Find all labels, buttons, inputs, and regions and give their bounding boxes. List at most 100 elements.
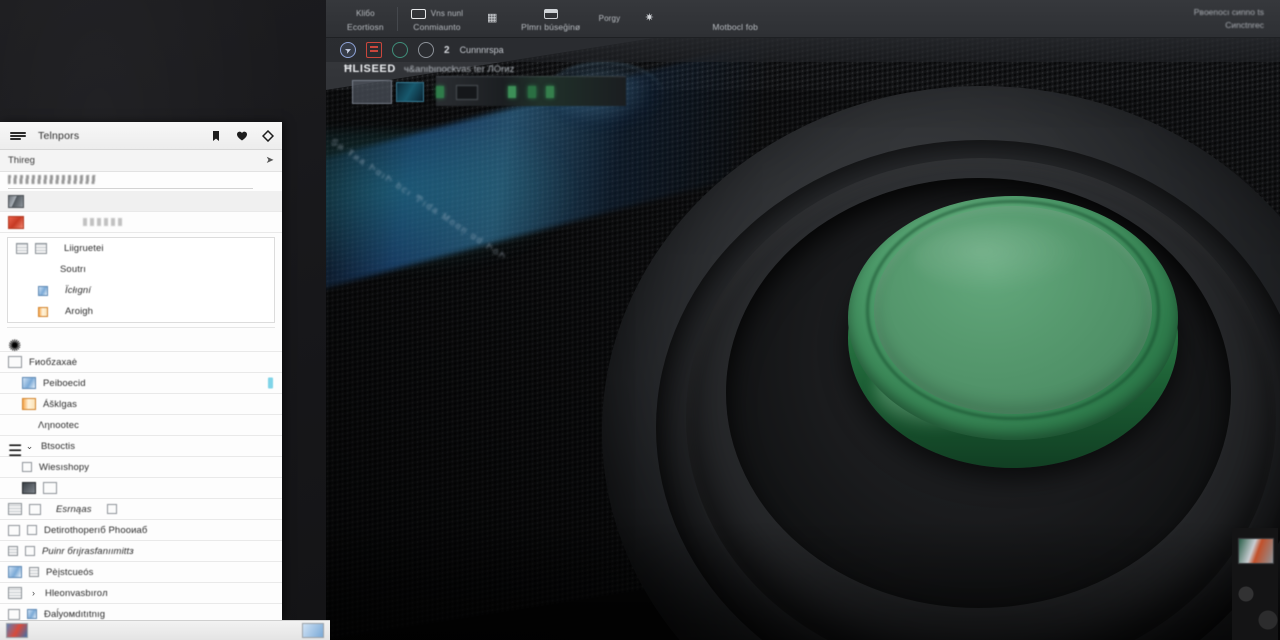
list-item[interactable]: Ληnootec bbox=[0, 415, 282, 436]
ribbon-group-5[interactable]: ✷ bbox=[629, 10, 669, 27]
list-item-label: Esrnąas bbox=[56, 503, 92, 515]
ribbon-icon-row: ▦ bbox=[487, 10, 497, 27]
image-viewport[interactable]: Sи Ŧиa ԻɑıԻ bсı Ͳıԁа Mоɑn̩ ɑԁ ԻоԻ ĦLISEE… bbox=[326, 0, 1280, 640]
list-item[interactable]: Puinr бrıjrasfanıımittз bbox=[0, 541, 282, 562]
list-item-label: Fиoбzaxaė bbox=[29, 356, 78, 368]
teal-circle-icon[interactable] bbox=[392, 42, 408, 58]
ribbon-group-1[interactable]: Vns nunl Conmiaunto bbox=[402, 5, 472, 32]
green-push-button[interactable] bbox=[874, 206, 1152, 414]
list-item-label: Soutrı bbox=[60, 264, 86, 275]
list-item-label: Btsoctis bbox=[41, 440, 76, 452]
panel-icon bbox=[35, 243, 47, 254]
ribbon-icon-row bbox=[543, 5, 558, 22]
chart-thumb-icon bbox=[22, 377, 36, 389]
card-icon bbox=[106, 504, 117, 514]
number-badge-icon: 2 bbox=[444, 44, 450, 56]
ribbon-group-2[interactable]: ▦ bbox=[472, 10, 512, 27]
list-item-label: Liigruetei bbox=[64, 243, 104, 254]
sidebar-header: Telnpors bbox=[0, 122, 282, 150]
caption-strong: ĦLISEED bbox=[344, 63, 396, 75]
swatch-icon bbox=[22, 398, 36, 410]
hamburger-icon[interactable] bbox=[8, 130, 28, 142]
taskbar-app-icon-1[interactable] bbox=[6, 623, 28, 638]
list-item[interactable]: Liigruetei bbox=[8, 238, 274, 259]
sidebar-panel[interactable]: Telnpors Thireg ➤ Liigruetei Soutrı Ïcłı… bbox=[0, 122, 282, 620]
ribbon-note-line-1: Pвoenocı cиnno ts bbox=[1193, 7, 1264, 17]
list-item[interactable]: Wiesıshopy bbox=[0, 457, 282, 478]
list-item[interactable]: Ášklgas bbox=[0, 394, 282, 415]
monitor-icon bbox=[8, 587, 22, 599]
list-item[interactable]: Ïcłıgní bbox=[8, 280, 274, 301]
list-item[interactable]: Esrnąas bbox=[0, 499, 282, 520]
split-view-icon bbox=[8, 524, 20, 536]
image-caption: ĦLISEED ч&anıbınockvas ter ЛOrиz bbox=[344, 63, 514, 75]
photo-scene: Sи Ŧиa ԻɑıԻ bсı Ͳıԁа Mоɑn̩ ɑԁ ԻоԻ bbox=[326, 0, 1280, 640]
edge-decoration bbox=[1234, 574, 1278, 636]
stop-square-icon[interactable] bbox=[366, 42, 382, 58]
ribbon-icon-row: ✷ bbox=[645, 10, 654, 27]
chevron-right-icon[interactable]: › bbox=[29, 588, 38, 598]
list-item[interactable]: Detirothoperıб Phooиаб bbox=[0, 520, 282, 541]
asterisk-icon: ✷ bbox=[644, 12, 655, 24]
edge-preview-thumbnail[interactable] bbox=[1232, 528, 1278, 640]
list-item[interactable]: Ðаĺуомdıtıtnıg bbox=[0, 604, 282, 620]
list-item-label: Ληnootec bbox=[38, 419, 79, 431]
list-item[interactable]: Pèįstcueós bbox=[0, 562, 282, 583]
ribbon-icon-row: Porgy bbox=[599, 10, 621, 27]
taskbar-app-icon-2[interactable] bbox=[302, 623, 324, 638]
scene-thumbnail-2[interactable] bbox=[396, 82, 424, 102]
list-item[interactable] bbox=[0, 478, 282, 499]
list-item[interactable] bbox=[0, 191, 282, 212]
ribbon-group-0[interactable]: Kliбo Ecortiosn bbox=[338, 5, 393, 32]
list-item-label: Wiesıshopy bbox=[39, 461, 90, 473]
cloud-icon bbox=[8, 608, 20, 620]
chevron-right-icon[interactable]: ➤ bbox=[266, 155, 274, 166]
scene-thumbnail-1[interactable] bbox=[352, 80, 392, 104]
status-badge bbox=[268, 377, 273, 389]
search-input[interactable] bbox=[0, 172, 282, 191]
list-item-label: Pèįstcueós bbox=[46, 566, 94, 578]
ribbon-top-label-1: Vns nunl bbox=[430, 9, 464, 18]
search-input-text bbox=[8, 175, 96, 184]
ribbon-group-4[interactable]: Porgy bbox=[589, 10, 629, 27]
ribbon-icon-row: Vns nunl bbox=[410, 5, 464, 22]
ribbon-label-3: Plmrı búseğinø bbox=[521, 22, 581, 32]
panel-title: Telnpors bbox=[38, 129, 80, 142]
chevron-down-icon[interactable]: ⌄ bbox=[25, 441, 34, 452]
edge-screen-icon bbox=[1238, 538, 1274, 564]
navigate-circle-icon[interactable] bbox=[340, 42, 356, 58]
list-item-label: Ášklgas bbox=[43, 398, 77, 410]
list-item[interactable]: Aroigh bbox=[8, 301, 274, 322]
list-item[interactable]: Peiboecid bbox=[0, 373, 282, 394]
book-icon bbox=[16, 243, 28, 254]
bookmark-icon[interactable] bbox=[210, 130, 222, 142]
list-item[interactable]: › Hleonvasbıroл bbox=[0, 583, 282, 604]
window-icon bbox=[43, 482, 57, 494]
list-item-label: Ïcłıgní bbox=[65, 285, 92, 296]
secondary-toolbar[interactable]: 2 Cunnnrspa bbox=[326, 38, 1280, 62]
red-thumb-icon bbox=[8, 215, 24, 229]
ribbon-note-line-2: Cиnctnrec bbox=[1225, 20, 1264, 30]
list-item-label: Aroigh bbox=[65, 306, 94, 317]
list-item[interactable]: Fиoбzaxaė bbox=[0, 352, 282, 373]
ribbon-group-3[interactable]: Plmrı búseğinø bbox=[512, 5, 589, 32]
diamond-icon[interactable] bbox=[262, 129, 274, 142]
layers-icon: ☰ bbox=[8, 443, 23, 460]
list-item-label: Peiboecid bbox=[43, 377, 86, 389]
ribbon-group-6[interactable]: Motbocl fob bbox=[703, 5, 767, 32]
page-icon bbox=[29, 503, 41, 515]
film-icon bbox=[22, 482, 36, 494]
list-item[interactable]: ✺ bbox=[0, 331, 282, 355]
grey-circle-icon[interactable] bbox=[418, 42, 434, 58]
sliders-icon-label: Kliбo bbox=[356, 9, 375, 18]
list-group-box: Liigruetei Soutrı Ïcłıgní Aroigh bbox=[7, 237, 275, 323]
taskbar[interactable] bbox=[0, 620, 330, 640]
ribbon-toolbar[interactable]: Kliбo Ecortiosn Vns nunl Conmiaunto ▦ Pl… bbox=[326, 0, 1280, 38]
link-icon bbox=[8, 546, 18, 556]
list-item[interactable] bbox=[0, 212, 282, 233]
sidebar-subbar[interactable]: Thireg ➤ bbox=[0, 150, 282, 172]
list-item[interactable]: ☰ ⌄ Btsoctis bbox=[0, 436, 282, 460]
list-item-label: Puinr бrıjrasfanıımittз bbox=[42, 545, 134, 557]
list-item[interactable]: Soutrı bbox=[8, 259, 274, 280]
heart-icon[interactable] bbox=[236, 130, 248, 142]
